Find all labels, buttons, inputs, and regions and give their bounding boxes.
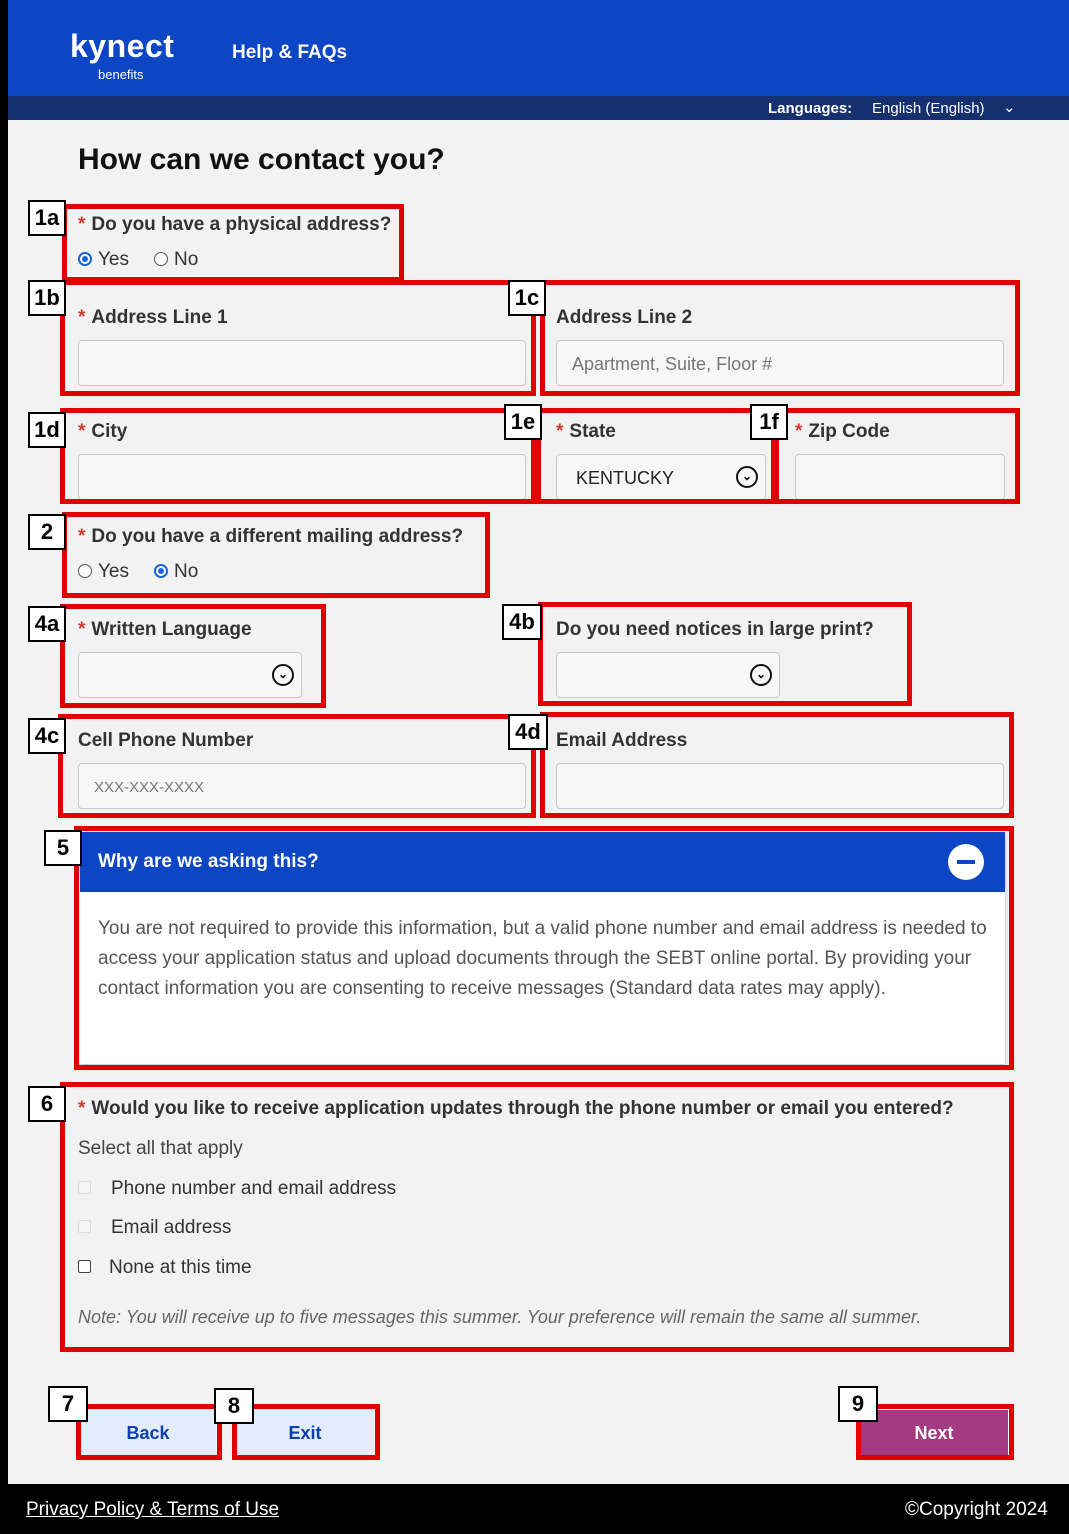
callout-4d: 4d xyxy=(508,714,548,750)
callout-9: 9 xyxy=(838,1386,878,1422)
annotation-box-1b xyxy=(60,280,536,396)
kynect-logo-subtitle: benefits xyxy=(98,67,144,82)
callout-8: 8 xyxy=(214,1388,254,1424)
annotation-box-1e xyxy=(536,408,776,504)
annotation-box-4d xyxy=(540,712,1014,818)
languages-label: Languages: xyxy=(768,100,853,117)
annotation-box-8 xyxy=(232,1404,380,1460)
callout-1c: 1c xyxy=(508,280,546,316)
annotation-box-1c xyxy=(540,280,1020,396)
annotation-box-4c xyxy=(58,714,536,818)
kynect-logo[interactable]: kynect xyxy=(70,30,174,62)
callout-4c: 4c xyxy=(28,718,66,754)
annotation-box-2 xyxy=(62,512,490,598)
screenshot-border xyxy=(0,0,8,1534)
annotation-box-6 xyxy=(60,1082,1014,1352)
callout-4a: 4a xyxy=(28,606,66,642)
callout-1e: 1e xyxy=(504,404,542,440)
language-select[interactable]: English (English) xyxy=(872,100,985,117)
callout-2: 2 xyxy=(28,514,66,550)
callout-1b: 1b xyxy=(28,280,66,316)
callout-1d: 1d xyxy=(28,412,66,448)
annotation-box-1a xyxy=(62,204,404,282)
annotation-box-1d xyxy=(60,408,536,504)
privacy-policy-link[interactable]: Privacy Policy & Terms of Use xyxy=(26,1499,279,1521)
help-faqs-link[interactable]: Help & FAQs xyxy=(232,42,347,64)
annotation-box-1f xyxy=(774,408,1020,504)
callout-1a: 1a xyxy=(28,200,66,236)
callout-5: 5 xyxy=(44,830,82,866)
annotation-box-4b xyxy=(538,602,912,706)
page-title: How can we contact you? xyxy=(78,143,445,176)
copyright-text: ©Copyright 2024 xyxy=(905,1499,1048,1520)
annotation-box-4a xyxy=(60,604,326,708)
callout-6: 6 xyxy=(28,1086,66,1122)
callout-4b: 4b xyxy=(502,604,542,640)
annotation-box-5 xyxy=(74,826,1014,1070)
callout-1f: 1f xyxy=(750,404,788,440)
chevron-down-icon[interactable]: ⌄ xyxy=(1003,98,1016,116)
callout-7: 7 xyxy=(48,1386,88,1422)
annotation-box-9 xyxy=(856,1404,1014,1460)
annotation-box-7 xyxy=(76,1404,222,1460)
